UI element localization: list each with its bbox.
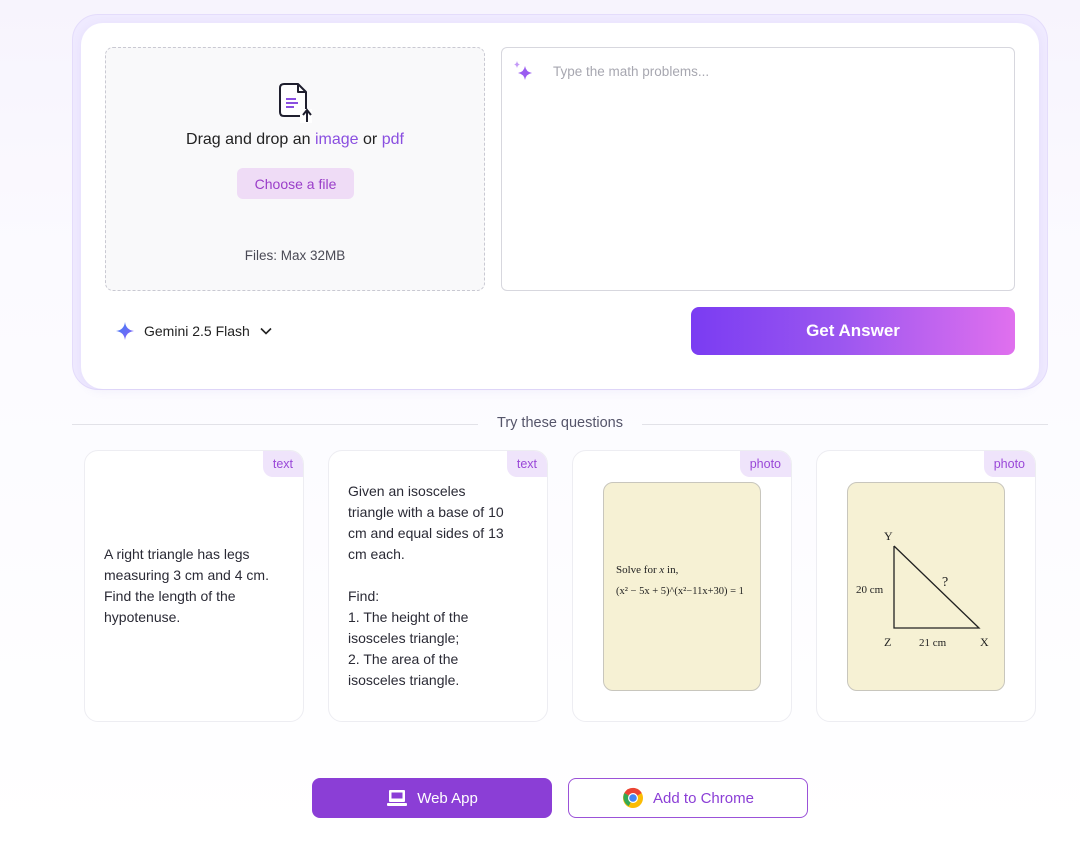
drop-instructions: Drag and drop an image or pdf bbox=[186, 131, 404, 148]
model-selector[interactable]: Gemini 2.5 Flash bbox=[115, 320, 273, 342]
gemini-sparkle-icon bbox=[116, 322, 134, 340]
type-badge: photo bbox=[983, 451, 1035, 477]
svg-text:X: X bbox=[980, 635, 989, 649]
type-badge: text bbox=[262, 451, 303, 477]
question-text: Given an isosceles triangle with a base … bbox=[348, 483, 504, 688]
get-answer-button[interactable]: Get Answer bbox=[691, 307, 1015, 355]
laptop-icon bbox=[387, 790, 408, 806]
pdf-link[interactable]: pdf bbox=[382, 131, 404, 148]
svg-text:20 cm: 20 cm bbox=[856, 584, 884, 596]
example-card-3[interactable]: photo Solve for x in, (x² − 5x + 5)^(x²−… bbox=[572, 450, 792, 722]
chrome-icon bbox=[623, 787, 644, 808]
choose-file-button[interactable]: Choose a file bbox=[237, 168, 354, 199]
web-app-button[interactable]: Web App bbox=[312, 778, 552, 818]
math-problem-input[interactable]: Type the math problems... bbox=[501, 47, 1015, 291]
file-dropzone[interactable]: Drag and drop an image or pdf Choose a f… bbox=[105, 47, 485, 291]
example-card-4[interactable]: photo Y Z X 20 cm 21 cm ? bbox=[816, 450, 1036, 722]
max-file-size-note: Files: Max 32MB bbox=[244, 248, 346, 263]
equation-text: (x² − 5x + 5)^(x²−11x+30) = 1 bbox=[616, 586, 744, 597]
triangle-photo: Y Z X 20 cm 21 cm ? bbox=[847, 482, 1005, 691]
example-card-1[interactable]: text A right triangle has legs measuring… bbox=[84, 450, 304, 722]
svg-text:Solve for x in: Solve for x in, bbox=[616, 564, 679, 576]
svg-text:Y: Y bbox=[884, 529, 893, 543]
type-badge: photo bbox=[739, 451, 791, 477]
input-placeholder: Type the math problems... bbox=[553, 64, 710, 79]
sparkle-icon bbox=[514, 61, 532, 80]
equation-photo: Solve for x in, (x² − 5x + 5)^(x²−11x+30… bbox=[603, 482, 761, 691]
file-upload-icon bbox=[279, 83, 312, 123]
svg-text:?: ? bbox=[942, 575, 948, 590]
question-text: A right triangle has legs measuring 3 cm… bbox=[104, 546, 269, 625]
example-card-2[interactable]: text Given an isosceles triangle with a … bbox=[328, 450, 548, 722]
chevron-down-icon bbox=[260, 327, 272, 335]
svg-text:Z: Z bbox=[884, 635, 891, 649]
examples-heading: Try these questions bbox=[497, 415, 623, 431]
svg-text:21 cm: 21 cm bbox=[919, 637, 947, 649]
image-link[interactable]: image bbox=[315, 131, 359, 148]
add-to-chrome-button[interactable]: Add to Chrome bbox=[568, 778, 808, 818]
model-name: Gemini 2.5 Flash bbox=[144, 323, 250, 339]
type-badge: text bbox=[506, 451, 547, 477]
